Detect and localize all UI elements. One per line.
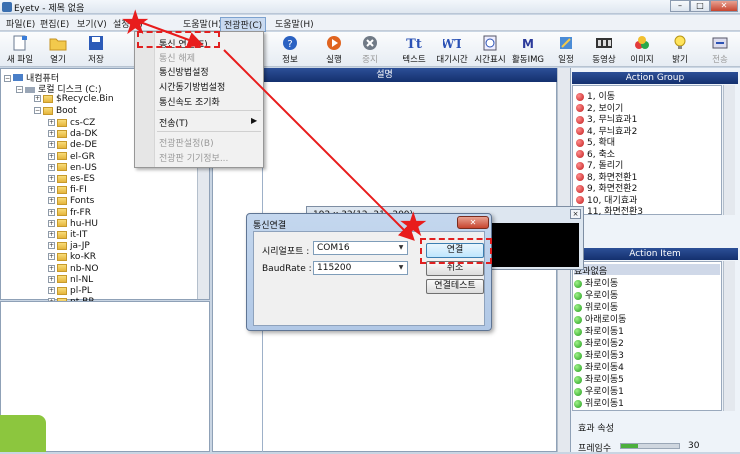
star-icon: ★: [398, 205, 429, 245]
arrow-to-dialog: [223, 49, 415, 241]
star-icon: ★: [120, 3, 151, 43]
annotation-arrows: [139, 21, 415, 241]
